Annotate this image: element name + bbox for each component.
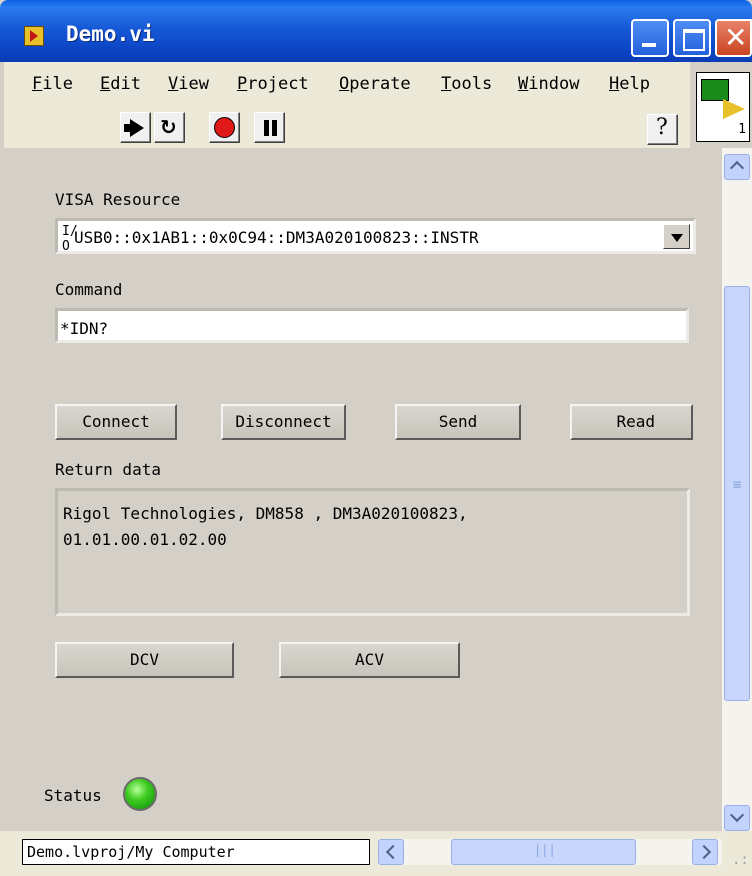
return-data-line: Rigol Technologies, DM858 , DM3A02010082… [63,504,468,523]
menu-help[interactable]: Help [609,74,650,94]
minimize-button[interactable] [631,19,669,57]
return-data-label: Return data [55,460,161,479]
run-continuously-button[interactable]: ↻ [154,112,185,143]
chevron-down-icon[interactable] [663,224,690,249]
waveform-icon [701,79,729,101]
run-continuously-icon: ↻ [160,115,177,139]
project-path-field: Demo.lvproj/My Computer [22,839,370,865]
menu-window[interactable]: Window [518,74,579,94]
dcv-button[interactable]: DCV [55,642,234,678]
acv-button[interactable]: ACV [279,642,460,678]
menu-view[interactable]: View [168,74,209,94]
visa-resource-value: USB0::0x1AB1::0x0C94::DM3A020100823::INS… [74,228,479,247]
visa-resource-label: VISA Resource [55,190,181,209]
title-bar[interactable]: Demo.vi ✕ [0,0,752,62]
scroll-down-button[interactable] [724,805,750,831]
return-data-display[interactable]: Rigol Technologies, DM858 , DM3A02010082… [55,488,690,616]
pause-button[interactable] [254,112,285,143]
visa-resource-control[interactable]: I/O USB0::0x1AB1::0x0C94::DM3A020100823:… [55,218,696,254]
read-button[interactable]: Read [570,404,693,440]
toolbar: ↻ ? [4,102,690,149]
scroll-right-button[interactable] [692,839,718,865]
project-path-text: Demo.lvproj/My Computer [27,843,235,861]
command-label: Command [55,280,123,299]
run-button[interactable] [120,112,151,143]
window-title: Demo.vi [66,22,155,46]
menu-project[interactable]: Project [237,74,309,94]
disconnect-button[interactable]: Disconnect [221,404,346,440]
menu-operate[interactable]: Operate [339,74,411,94]
labview-window: Demo.vi ✕ File Edit View Project Operate… [0,0,752,876]
abort-execution-button[interactable] [209,112,240,143]
vertical-scroll-thumb[interactable] [724,286,750,701]
horizontal-scrollbar[interactable] [378,839,722,865]
connector-number: 1 [738,122,746,137]
menu-edit[interactable]: Edit [100,74,141,94]
return-data-line: 01.01.00.01.02.00 [63,530,227,549]
send-button[interactable]: Send [395,404,521,440]
command-value: *IDN? [60,319,109,338]
status-label: Status [44,786,102,805]
status-led-indicator [123,777,157,811]
close-button[interactable]: ✕ [715,19,752,57]
scroll-left-button[interactable] [378,839,404,865]
horizontal-scroll-thumb[interactable] [451,839,636,865]
labview-app-icon [24,26,44,46]
arrow-icon [723,99,745,119]
resize-grip-icon[interactable]: .: [732,852,749,868]
connect-button[interactable]: Connect [55,404,177,440]
close-icon: ✕ [724,21,748,54]
command-input[interactable]: *IDN? [55,308,689,343]
menu-bar: File Edit View Project Operate Tools Win… [4,62,690,102]
vi-connector-icon[interactable]: 1 [696,72,750,142]
menu-tools[interactable]: Tools [441,74,492,94]
context-help-button[interactable]: ? [647,114,678,145]
menu-file[interactable]: File [32,74,73,94]
help-icon: ? [656,115,668,140]
scroll-up-button[interactable] [724,154,750,180]
vertical-scrollbar[interactable] [722,148,752,831]
maximize-button[interactable] [673,19,711,57]
